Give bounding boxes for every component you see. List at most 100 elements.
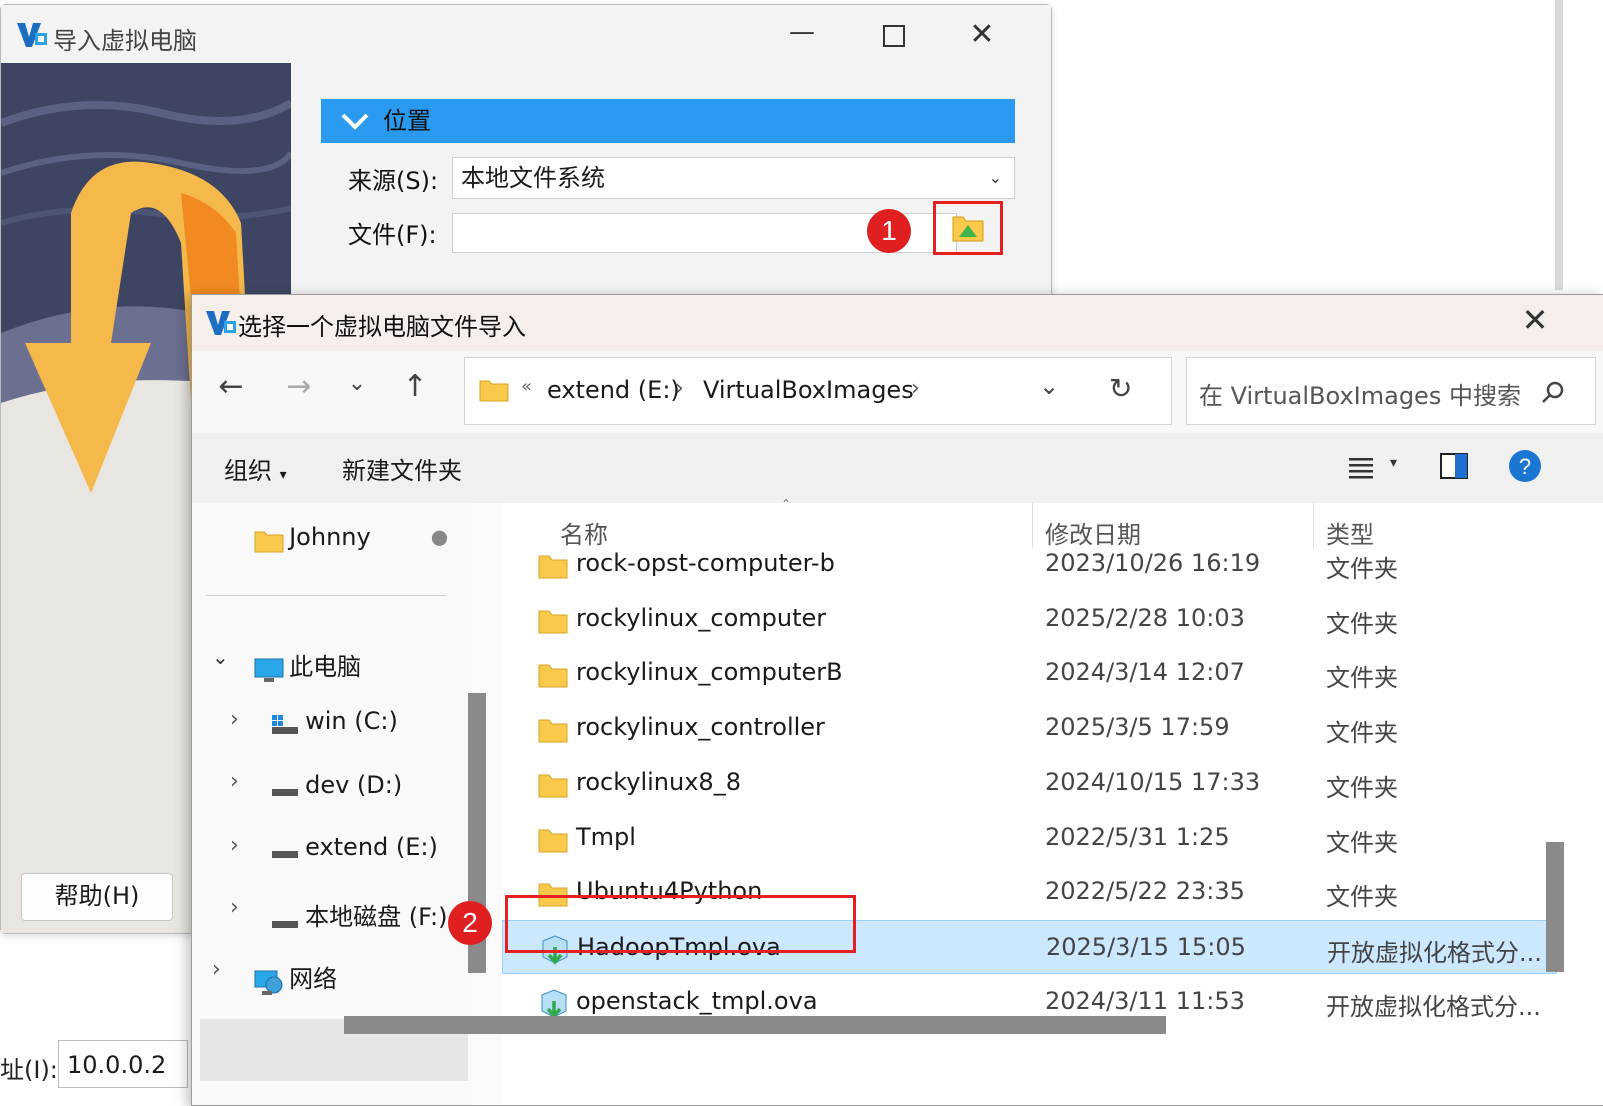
address-label: 址(I): [0,1056,58,1084]
nav-item-drive-f[interactable]: 本地磁盘 (F:) [270,897,447,933]
folder-icon [538,774,568,798]
back-arrow-icon[interactable]: ← [208,369,254,404]
folder-icon [538,829,568,852]
chevron-down-icon: ⌄ [988,168,1002,187]
nav-item-drive-e[interactable]: extend (E:) [270,833,438,863]
organize-menu[interactable]: 组织 ▾ [224,451,287,486]
file-date: 2025/3/15 15:05 [1046,932,1246,961]
file-chooser-dialog: 选择一个虚拟电脑文件导入 ✕ ← → ⌄ ↑ « extend (E:) › V… [191,294,1603,1106]
nav-item-label: 本地磁盘 (F:) [305,903,448,931]
column-header-type[interactable]: 类型 [1326,515,1374,550]
column-divider[interactable] [1032,503,1033,549]
virtualbox-logo-icon [17,23,47,47]
nav-item-this-pc[interactable]: 此电脑 [254,647,361,684]
breadcrumb-separator-icon[interactable]: › [675,376,684,401]
search-input[interactable]: 在 VirtualBoxImages 中搜索 [1186,357,1596,425]
organize-label: 组织 [224,457,272,485]
address-bar[interactable]: « extend (E:) › VirtualBoxImages › ⌄ ↻ [464,357,1172,425]
folder-icon [538,610,568,634]
file-name: rockylinux_computerB [576,658,843,687]
file-name: rockylinux_controller [576,713,825,742]
file-type: 开放虚拟化格式分... [1326,992,1541,1021]
source-select[interactable]: 本地文件系统 ⌄ [452,157,1015,199]
file-type: 文件夹 [1326,828,1398,857]
file-type: 文件夹 [1326,664,1398,693]
ova-file-icon [541,989,567,1019]
location-section-title: 位置 [383,107,431,135]
drive-icon [272,850,298,858]
chevron-down-icon [341,113,369,130]
file-row[interactable]: rockylinux_controller 2025/3/5 17:59 文件夹 [502,701,1557,755]
file-row[interactable]: rockylinux_computer 2025/2/28 10:03 文件夹 [502,592,1557,646]
breadcrumb-drive[interactable]: extend (E:) [547,376,680,404]
column-header-date[interactable]: 修改日期 [1045,515,1141,550]
address-overflow[interactable]: « [521,376,532,397]
folder-icon [254,531,284,552]
command-bar: 组织 ▾ 新建文件夹 ▾ ? [192,433,1603,503]
expand-chevron-right-icon[interactable]: › [230,833,239,858]
caret-down-icon: ▾ [279,467,287,483]
file-date: 2022/5/31 1:25 [1045,822,1230,851]
import-dialog-titlebar: 导入虚拟电脑 — ✕ [1,5,1051,63]
view-options-icon[interactable] [1348,455,1374,479]
forward-arrow-icon[interactable]: → [276,369,322,404]
maximize-button[interactable] [883,25,905,47]
preview-pane-icon[interactable] [1440,453,1468,479]
file-row[interactable]: rockylinux_computerB 2024/3/14 12:07 文件夹 [502,646,1557,700]
nav-item-label: 此电脑 [289,653,362,681]
view-dropdown-caret-icon[interactable]: ▾ [1390,455,1397,471]
close-button[interactable]: ✕ [959,17,1005,52]
file-date: 2023/10/26 16:19 [1045,549,1261,577]
file-rows: rock-opst-computer-b 2023/10/26 16:19 文件夹 r… [502,549,1562,1061]
browse-file-button[interactable] [951,211,985,245]
step-1-badge: 1 [867,209,911,253]
file-date: 2024/10/15 17:33 [1045,767,1261,796]
location-section-header[interactable]: 位置 [321,99,1015,143]
computer-icon [254,658,284,682]
help-button[interactable]: 帮助(H) [21,873,173,921]
expand-chevron-right-icon[interactable]: › [230,895,239,920]
expand-chevron-right-icon[interactable]: › [212,957,221,982]
sort-ascending-icon: ˆ [782,497,790,516]
address-history-chevron-icon[interactable]: ⌄ [1039,372,1059,400]
file-type: 文件夹 [1326,773,1398,802]
expand-chevron-down-icon[interactable]: ⌄ [212,645,229,669]
nav-item-drive-c[interactable]: win (C:) [270,707,398,737]
new-folder-button[interactable]: 新建文件夹 [342,451,462,486]
expand-chevron-right-icon[interactable]: › [230,707,239,732]
horizontal-scrollbar[interactable] [344,1016,1166,1034]
close-button[interactable]: ✕ [1512,301,1558,339]
file-name: openstack_tmpl.ova [576,986,818,1015]
search-icon[interactable] [1541,380,1565,404]
selected-file-highlight-box [505,895,856,953]
folder-icon [538,719,568,743]
column-divider[interactable] [1313,503,1314,549]
nav-item-network[interactable]: 网络 [254,959,337,997]
file-date: 2025/3/5 17:59 [1045,713,1230,742]
breadcrumb-folder[interactable]: VirtualBoxImages [703,376,914,404]
file-chooser-titlebar: 选择一个虚拟电脑文件导入 ✕ [192,295,1603,351]
expand-chevron-right-icon[interactable]: › [230,769,239,794]
file-row[interactable]: rock-opst-computer-b 2023/10/26 16:19 文件夹 [502,549,1557,591]
folder-icon [538,555,568,579]
file-type: 文件夹 [1326,719,1398,748]
nav-item-johnny[interactable]: Johnny [254,523,371,553]
file-label: 文件(F): [348,221,437,249]
file-row[interactable]: Tmpl 2022/5/31 1:25 文件夹 [502,811,1557,865]
recent-locations-chevron-icon[interactable]: ⌄ [334,371,380,396]
file-row[interactable]: rockylinux8_8 2024/10/15 17:33 文件夹 [502,756,1557,810]
file-date: 2022/5/22 23:35 [1045,877,1245,906]
column-header-name[interactable]: 名称 [560,515,608,550]
address-input[interactable]: 10.0.0.2 [58,1040,188,1088]
network-icon [254,970,283,995]
file-type: 开放虚拟化格式分... [1327,938,1542,967]
file-type: 文件夹 [1326,555,1398,583]
pin-icon[interactable]: ● [426,522,455,551]
file-list-scrollbar[interactable] [1546,842,1564,972]
minimize-button[interactable]: — [779,17,825,47]
breadcrumb-separator-icon[interactable]: › [911,376,920,401]
nav-item-drive-d[interactable]: dev (D:) [270,771,402,801]
help-icon[interactable]: ? [1508,449,1542,483]
refresh-icon[interactable]: ↻ [1109,372,1132,405]
up-arrow-icon[interactable]: ↑ [392,369,438,404]
